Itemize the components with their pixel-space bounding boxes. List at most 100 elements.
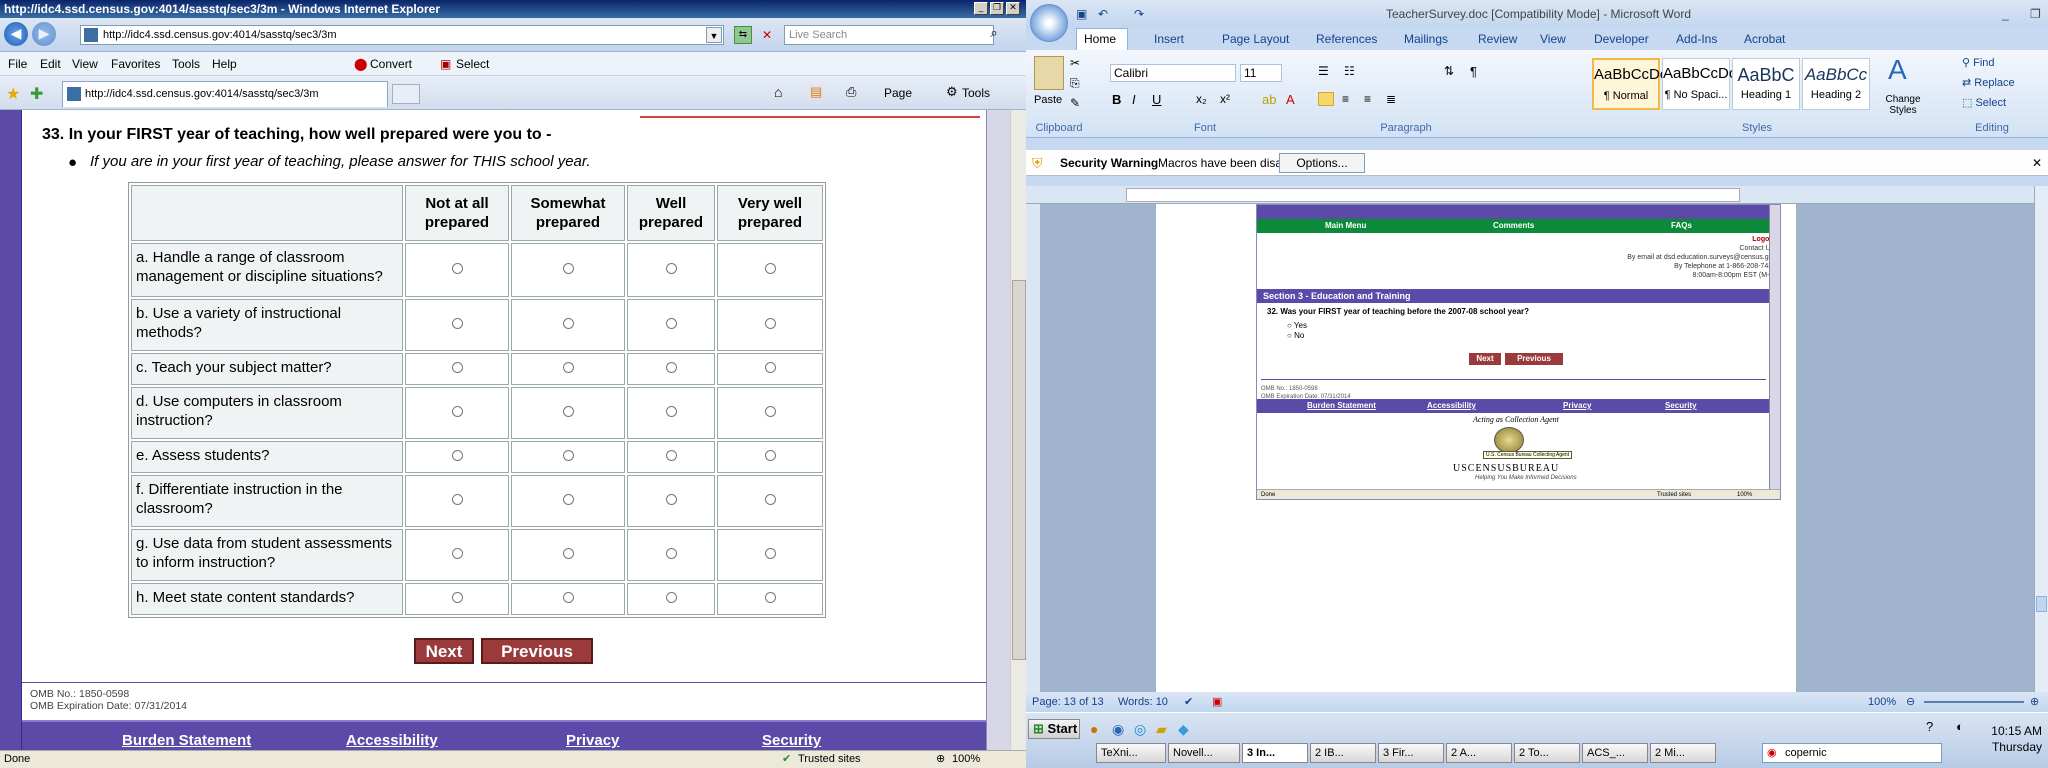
style-normal[interactable]: AaBbCcDc ¶ Normal	[1592, 58, 1667, 110]
align-right-icon[interactable]: ≡	[1364, 92, 1371, 106]
bullets-icon[interactable]: ☰	[1318, 64, 1329, 78]
taskbar-item[interactable]: ACS_...	[1582, 743, 1648, 763]
live-search-input[interactable]: Live Search	[784, 25, 994, 45]
tab-references[interactable]: References	[1316, 28, 1377, 50]
forward-icon[interactable]: ▶	[32, 22, 56, 46]
spelling-icon[interactable]: ✔	[1184, 692, 1193, 712]
zoom-slider[interactable]	[1924, 701, 2024, 703]
radio-a-very[interactable]	[764, 263, 776, 274]
restore-icon[interactable]: ❐	[990, 2, 1004, 15]
taskbar-item[interactable]: 3 In...	[1242, 743, 1308, 763]
quicklaunch-firefox-icon[interactable]: ●	[1090, 721, 1098, 737]
taskbar-item[interactable]: 2 A...	[1446, 743, 1512, 763]
radio-d-well[interactable]	[665, 406, 677, 417]
align-center-icon[interactable]: ≡	[1342, 92, 1349, 106]
style-no-spacing[interactable]: AaBbCcDc ¶ No Spaci...	[1662, 58, 1736, 110]
word-minimize-icon[interactable]: _	[2002, 0, 2009, 28]
font-color-icon[interactable]: A	[1286, 92, 1295, 107]
tab-home[interactable]: Home	[1084, 28, 1116, 50]
warning-close-icon[interactable]: ✕	[2032, 150, 2042, 176]
radio-f-well[interactable]	[665, 494, 677, 505]
taskbar-item[interactable]: 2 To...	[1514, 743, 1580, 763]
radio-f-not[interactable]	[451, 494, 463, 505]
clock[interactable]: 10:15 AM Thursday	[1946, 723, 2046, 755]
taskbar-item[interactable]: 2 IB...	[1310, 743, 1376, 763]
taskbar-item[interactable]: TeXni...	[1096, 743, 1166, 763]
show-formatting-icon[interactable]: ¶	[1470, 64, 1477, 79]
radio-h-somewhat[interactable]	[562, 592, 574, 603]
font-name-box[interactable]: Calibri	[1110, 64, 1236, 82]
word-restore-icon[interactable]: ❐	[2030, 0, 2041, 28]
ie-vertical-scrollbar[interactable]	[1010, 110, 1026, 750]
radio-c-not[interactable]	[451, 362, 463, 373]
convert-button[interactable]: Convert	[370, 52, 412, 76]
go-icon[interactable]: ⇆	[734, 26, 752, 44]
undo-icon[interactable]: ↶	[1098, 0, 1108, 28]
previous-button[interactable]: Previous	[481, 638, 593, 664]
radio-b-well[interactable]	[665, 318, 677, 329]
minimize-icon[interactable]: _	[974, 2, 988, 15]
menu-favorites[interactable]: Favorites	[111, 52, 160, 76]
new-tab-button[interactable]	[392, 84, 420, 104]
favorites-star-icon[interactable]: ★	[6, 84, 20, 104]
stop-icon[interactable]: ✕	[758, 26, 776, 44]
search-icon[interactable]: ⌕	[986, 26, 1002, 44]
redo-icon[interactable]: ↷	[1134, 0, 1144, 28]
tab-acrobat[interactable]: Acrobat	[1744, 28, 1785, 50]
radio-g-somewhat[interactable]	[562, 548, 574, 559]
tab-insert[interactable]: Insert	[1154, 28, 1184, 50]
radio-c-well[interactable]	[665, 362, 677, 373]
quicklaunch-app-icon[interactable]: ◆	[1178, 721, 1189, 738]
radio-e-very[interactable]	[764, 450, 776, 461]
taskbar-item[interactable]: 3 Fir...	[1378, 743, 1444, 763]
menu-edit[interactable]: Edit	[40, 52, 61, 76]
radio-g-very[interactable]	[764, 548, 776, 559]
word-scroll-thumb[interactable]	[2036, 596, 2047, 612]
underline-icon[interactable]: U	[1152, 92, 1161, 107]
office-button[interactable]	[1030, 4, 1068, 42]
radio-f-somewhat[interactable]	[562, 494, 574, 505]
sort-icon[interactable]: ⇅	[1444, 64, 1454, 78]
style-heading1[interactable]: AaBbC Heading 1	[1732, 58, 1800, 110]
format-painter-icon[interactable]: ✎	[1070, 96, 1080, 110]
address-input[interactable]: http://idc4.ssd.census.gov:4014/sasstq/s…	[80, 25, 724, 45]
italic-icon[interactable]: I	[1132, 92, 1136, 107]
next-button[interactable]: Next	[414, 638, 474, 664]
radio-e-somewhat[interactable]	[562, 450, 574, 461]
copernic-search-input[interactable]: ◉ copernic	[1762, 743, 1942, 763]
menu-tools[interactable]: Tools	[172, 52, 200, 76]
change-styles-icon[interactable]: A	[1888, 54, 1907, 86]
radio-d-somewhat[interactable]	[562, 406, 574, 417]
address-dropdown-icon[interactable]: ▼	[706, 27, 722, 43]
cut-icon[interactable]: ✂	[1070, 56, 1080, 70]
tab-mailings[interactable]: Mailings	[1404, 28, 1448, 50]
zoom-out-icon[interactable]: ⊖	[1906, 692, 1915, 712]
menu-file[interactable]: File	[8, 52, 27, 76]
radio-c-somewhat[interactable]	[562, 362, 574, 373]
radio-f-very[interactable]	[764, 494, 776, 505]
radio-b-very[interactable]	[764, 318, 776, 329]
tab-view[interactable]: View	[1540, 28, 1566, 50]
status-zoom[interactable]: 100%	[952, 751, 980, 768]
feeds-icon[interactable]: ▤	[810, 84, 822, 100]
bold-icon[interactable]: B	[1112, 92, 1121, 107]
menu-help[interactable]: Help	[212, 52, 237, 76]
taskbar-item[interactable]: Novell...	[1168, 743, 1240, 763]
footer-privacy-link[interactable]: Privacy	[566, 732, 619, 749]
page-menu[interactable]: Page	[884, 86, 912, 100]
zoom-in-icon[interactable]: ⊕	[2030, 692, 2039, 712]
select-button[interactable]: ⬚ Select	[1962, 96, 2006, 109]
close-icon[interactable]: ✕	[1006, 2, 1020, 15]
radio-e-well[interactable]	[665, 450, 677, 461]
radio-d-not[interactable]	[451, 406, 463, 417]
document-page[interactable]: Main Menu Comments FAQs Logout Contact U…	[1156, 204, 1796, 692]
status-page[interactable]: Page: 13 of 13	[1032, 692, 1104, 712]
change-styles-button[interactable]: Change Styles	[1878, 94, 1928, 116]
print-icon[interactable]: ⎙	[846, 84, 856, 100]
paste-label[interactable]: Paste	[1034, 94, 1062, 106]
tab-current[interactable]: http://idc4.ssd.census.gov:4014/sasstq/s…	[62, 81, 388, 107]
radio-c-very[interactable]	[764, 362, 776, 373]
start-button[interactable]: ⊞ Start	[1028, 719, 1080, 739]
style-heading2[interactable]: AaBbCc Heading 2	[1802, 58, 1870, 110]
tab-add-ins[interactable]: Add-Ins	[1676, 28, 1717, 50]
